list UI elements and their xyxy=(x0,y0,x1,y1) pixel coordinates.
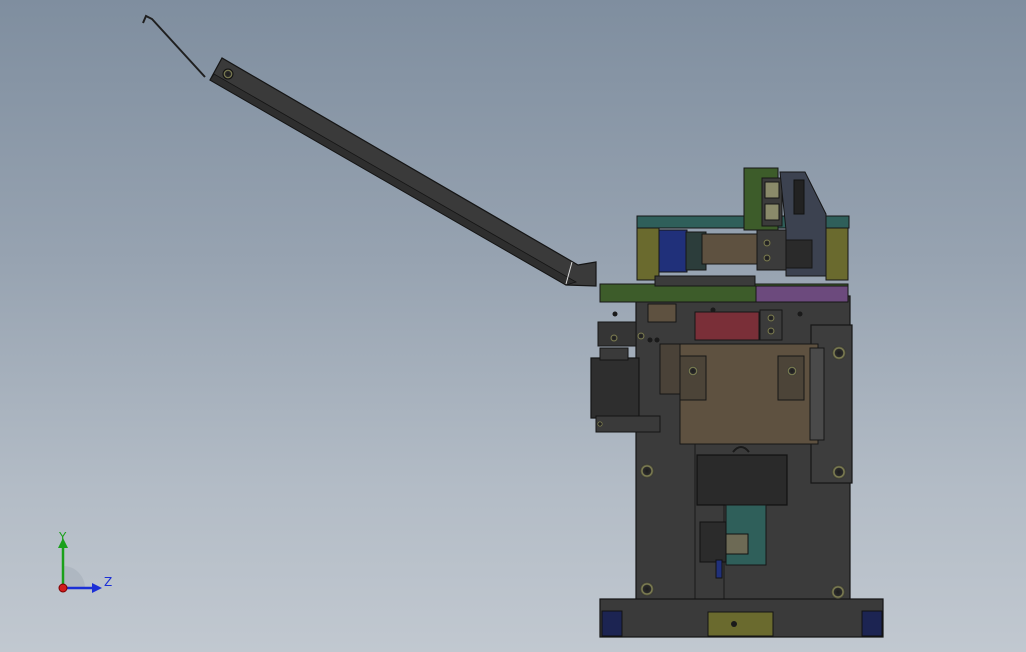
top-slot xyxy=(793,179,805,215)
die-side-strip xyxy=(809,347,825,441)
lower-blue-pin xyxy=(715,559,723,579)
clamp-bolt-2 xyxy=(767,327,775,335)
motor-block xyxy=(696,454,788,506)
z-axis-label: Z xyxy=(104,575,112,589)
lever-arm[interactable] xyxy=(142,14,597,287)
x-axis-origin-dot xyxy=(58,583,68,593)
lever-bar-edge xyxy=(209,73,578,286)
cad-model[interactable] xyxy=(0,0,1026,652)
small-brown-block xyxy=(647,303,677,323)
top-bolt-2 xyxy=(763,254,771,262)
top-olive-left xyxy=(636,227,660,281)
hole-1 xyxy=(612,311,618,317)
base-plate[interactable] xyxy=(599,598,884,638)
cylinder-mount-bolt xyxy=(597,421,603,427)
top-brown-block xyxy=(701,233,759,265)
top-blue-cylinder xyxy=(658,229,688,273)
hole-4 xyxy=(647,337,653,343)
view-orientation-triad: Y Z xyxy=(58,530,112,593)
top-bolt-1 xyxy=(763,239,771,247)
bolt-low-left xyxy=(640,582,654,596)
base-center-hole xyxy=(731,621,737,627)
red-clamp-block xyxy=(694,311,760,341)
base-center-block xyxy=(707,611,774,637)
die-bolt-right xyxy=(787,366,797,376)
base-foot-left xyxy=(601,610,623,637)
left-bracket-bolt xyxy=(610,334,618,342)
bolt-side-bottom xyxy=(832,465,846,479)
die-left-ear xyxy=(679,355,707,401)
hole-3 xyxy=(797,311,803,317)
left-bracket-bolt-2 xyxy=(637,332,645,340)
bolt-low-right xyxy=(831,585,845,599)
y-axis-label: Y xyxy=(58,530,67,544)
bolt-mid-left xyxy=(640,464,654,478)
top-roller-1 xyxy=(764,181,780,199)
z-axis-arrow xyxy=(92,583,102,593)
cad-viewport[interactable]: Y Z xyxy=(0,0,1026,652)
cylinder-mount xyxy=(595,415,661,433)
hole-5 xyxy=(654,337,660,343)
die-bolt-left xyxy=(688,366,698,376)
lower-roller xyxy=(725,533,749,555)
die-block[interactable] xyxy=(659,343,825,453)
left-small-bracket xyxy=(597,321,637,347)
top-roller-2 xyxy=(764,203,780,221)
rail-cap xyxy=(654,275,756,287)
hole-2 xyxy=(710,307,716,313)
lever-bar xyxy=(209,57,597,287)
die-right-ear xyxy=(777,355,805,401)
lever-pivot-bolt xyxy=(222,68,234,80)
cylinder-body xyxy=(590,357,640,419)
lower-clamp xyxy=(699,521,727,563)
top-assembly[interactable] xyxy=(636,167,850,281)
clamp-bolt-1 xyxy=(767,314,775,322)
top-olive-right xyxy=(825,227,849,281)
top-small-block xyxy=(785,239,813,269)
triad-plane-arc xyxy=(63,566,85,588)
base-foot-right xyxy=(861,610,883,637)
bolt-side-top xyxy=(832,346,846,360)
lever-wire-hook xyxy=(142,14,206,78)
purple-slider xyxy=(755,285,849,303)
top-bolt-block xyxy=(756,229,788,271)
cylinder-cap xyxy=(599,347,629,361)
